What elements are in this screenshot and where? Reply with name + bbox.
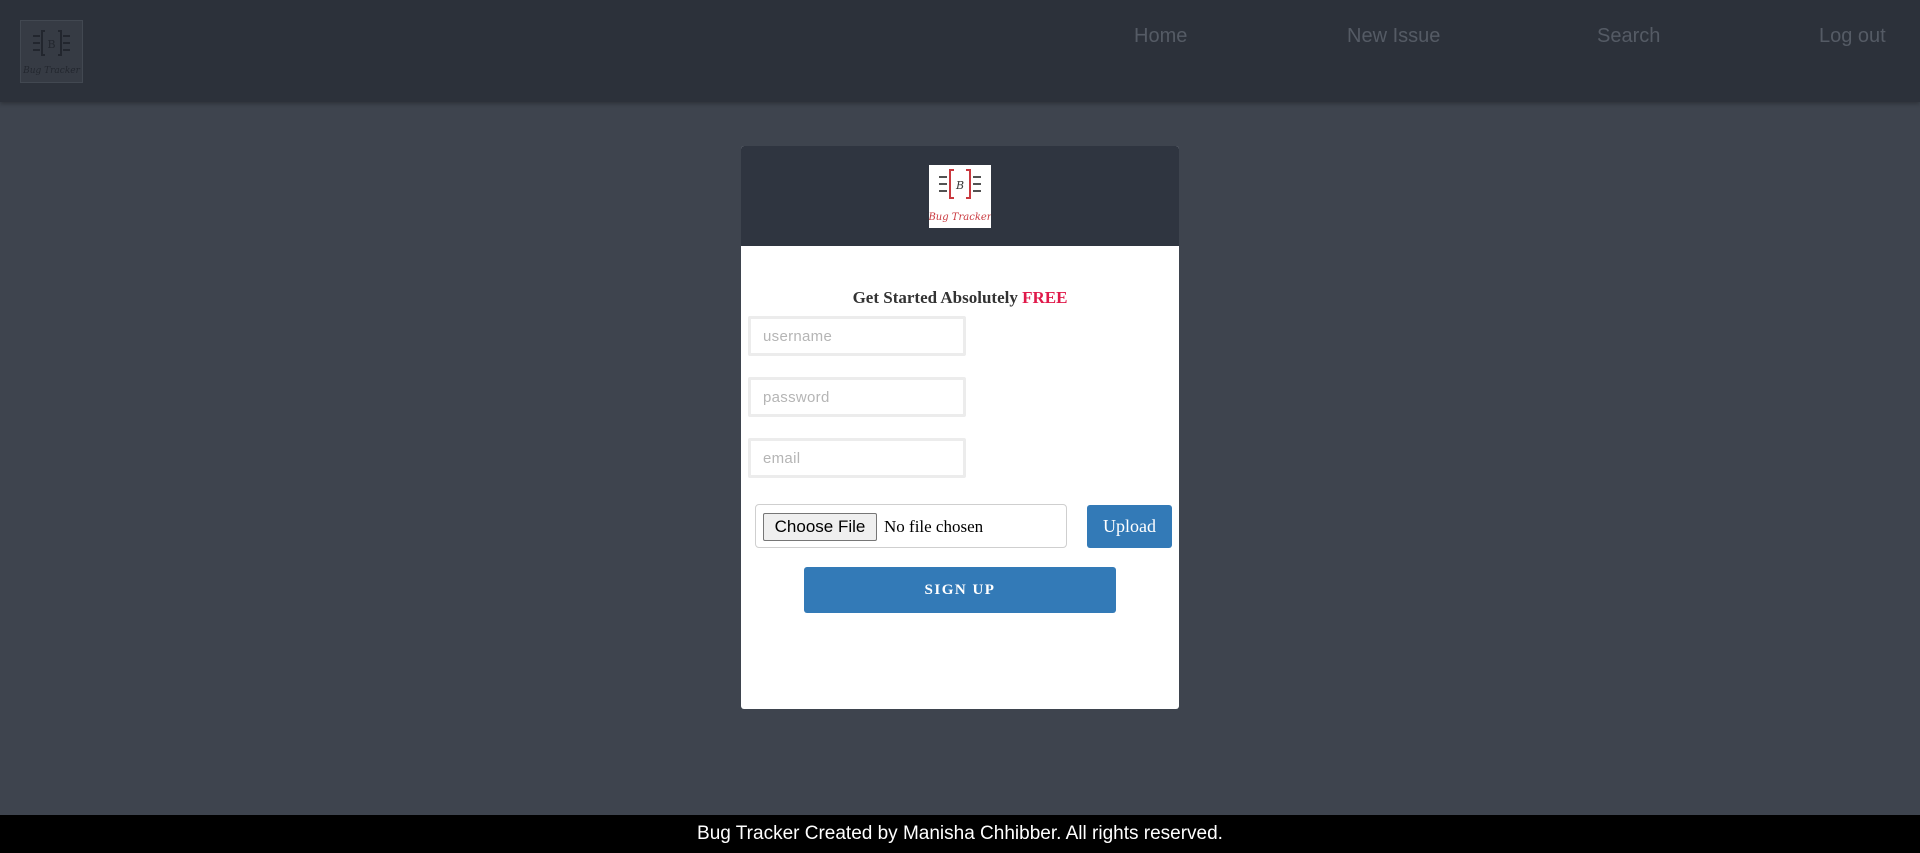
bug-tracker-logo-icon[interactable]: B Bug Tracker: [20, 20, 83, 83]
file-status-text: No file chosen: [884, 517, 984, 536]
choose-file-button[interactable]: Choose File: [763, 513, 877, 541]
footer: Bug Tracker Created by Manisha Chhibber.…: [0, 815, 1920, 853]
upload-button[interactable]: Upload: [1087, 505, 1172, 548]
svg-text:B: B: [47, 38, 55, 51]
svg-text:Bug Tracker: Bug Tracker: [929, 212, 991, 223]
nav-search-link[interactable]: Search: [1597, 24, 1660, 48]
signup-card: B Bug Tracker Get Started Absolutely FRE…: [741, 146, 1179, 709]
top-navbar: B Bug Tracker Home New Issue Search Log …: [0, 0, 1920, 102]
signup-heading-text: Get Started Absolutely: [852, 288, 1018, 307]
username-input[interactable]: [748, 316, 966, 356]
email-input[interactable]: [748, 438, 966, 478]
nav-new-issue-link[interactable]: New Issue: [1347, 24, 1440, 48]
svg-text:Bug Tracker: Bug Tracker: [22, 66, 81, 76]
signup-heading: Get Started Absolutely FREE: [741, 287, 1179, 309]
nav-logout-link[interactable]: Log out: [1819, 24, 1886, 48]
signup-heading-highlight: FREE: [1022, 288, 1068, 307]
bug-tracker-logo-icon: B Bug Tracker: [929, 165, 991, 228]
svg-text:B: B: [955, 179, 964, 192]
nav-home-link[interactable]: Home: [1134, 24, 1187, 48]
signup-button[interactable]: SIGN UP: [804, 567, 1116, 613]
signup-card-header: B Bug Tracker: [741, 146, 1179, 246]
footer-text: Bug Tracker Created by Manisha Chhibber.…: [697, 823, 1223, 844]
password-input[interactable]: [748, 377, 966, 417]
file-input[interactable]: Choose File No file chosen: [755, 504, 1067, 548]
